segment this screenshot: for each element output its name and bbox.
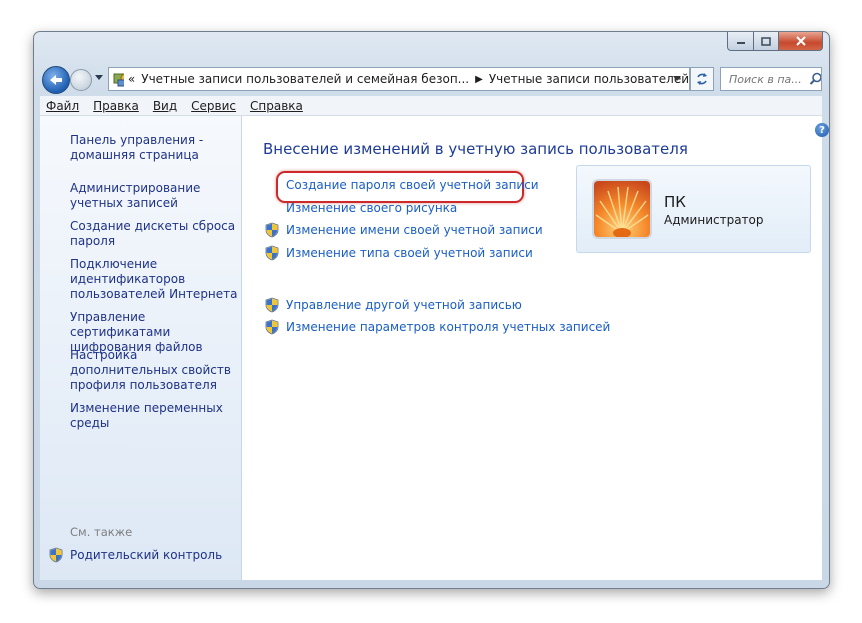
task-label: Изменение типа своей учетной записи	[286, 246, 533, 260]
task-label: Управление другой учетной записью	[286, 298, 522, 312]
menu-bar: Файл Правка Вид Сервис Справка	[40, 96, 822, 116]
caption-buttons	[727, 32, 823, 51]
close-icon	[795, 36, 806, 46]
task-label: Изменение параметров контроля учетных за…	[286, 320, 611, 334]
user-account-panel: ПК Администратор	[576, 165, 811, 253]
search-box[interactable]	[720, 67, 822, 91]
task-label: Изменение своего рисунка	[286, 201, 458, 215]
back-button[interactable]	[42, 66, 70, 94]
see-also-heading: См. также	[70, 525, 133, 539]
sidebar-link-manage-accounts[interactable]: Администрирование учетных записей	[70, 181, 240, 211]
task-label: Создание пароля своей учетной записи	[286, 178, 539, 192]
sidebar-link-environment-variables[interactable]: Изменение переменных среды	[70, 401, 240, 431]
uac-shield-icon	[265, 222, 279, 238]
breadcrumb-item-user-accounts[interactable]: Учетные записи пользователей	[489, 72, 689, 86]
refresh-icon	[697, 73, 707, 85]
task-change-account-type[interactable]: Изменение типа своей учетной записи	[264, 245, 533, 261]
page-title: Внесение изменений в учетную запись поль…	[263, 140, 688, 158]
refresh-button[interactable]	[690, 67, 714, 91]
task-change-picture[interactable]: Изменение своего рисунка	[286, 201, 457, 215]
control-panel-window: « Учетные записи пользователей и семейна…	[33, 31, 830, 589]
recent-pages-dropdown[interactable]	[95, 75, 103, 80]
breadcrumb-separator-icon[interactable]: ▶	[475, 74, 483, 85]
parental-control-label: Родительский контроль	[70, 548, 223, 562]
uac-shield-icon	[49, 547, 63, 563]
uac-shield-icon	[265, 297, 279, 313]
menu-help[interactable]: Справка	[250, 99, 303, 113]
forward-button[interactable]	[70, 69, 92, 91]
sidebar-link-online-ids[interactable]: Подключение идентификаторов пользователе…	[70, 257, 240, 302]
menu-file[interactable]: Файл	[46, 99, 79, 113]
sidebar-link-advanced-profile[interactable]: Настройка дополнительных свойств профиля…	[70, 348, 240, 393]
navigation-bar: « Учетные записи пользователей и семейна…	[40, 66, 823, 94]
control-panel-icon	[113, 73, 124, 87]
minimize-button[interactable]	[727, 32, 754, 51]
uac-shield-icon	[265, 245, 279, 261]
menu-edit[interactable]: Правка	[93, 99, 139, 113]
avatar[interactable]	[592, 179, 652, 239]
sidebar-link-password-reset-disk[interactable]: Создание дискеты сброса пароля	[70, 219, 240, 249]
user-role: Администратор	[664, 213, 764, 227]
uac-shield-icon	[265, 319, 279, 335]
help-icon[interactable]: ?	[815, 123, 829, 137]
sidebar-link-control-panel-home[interactable]: Панель управления - домашняя страница	[70, 133, 240, 163]
parental-control-link[interactable]: Родительский контроль	[48, 547, 222, 563]
main-content: ? Внесение изменений в учетную запись по…	[242, 116, 829, 580]
task-change-uac-settings[interactable]: Изменение параметров контроля учетных за…	[264, 319, 610, 335]
breadcrumb-item-user-accounts-family[interactable]: Учетные записи пользователей и семейная …	[141, 72, 469, 86]
task-label: Изменение имени своей учетной записи	[286, 223, 543, 237]
flower-picture-icon	[594, 181, 650, 237]
maximize-button[interactable]	[754, 32, 779, 51]
address-dropdown-icon[interactable]	[673, 76, 681, 81]
search-input[interactable]	[727, 71, 807, 87]
menu-view[interactable]: Вид	[153, 99, 177, 113]
user-name: ПК	[664, 193, 686, 211]
maximize-icon	[761, 36, 771, 46]
address-bar[interactable]: « Учетные записи пользователей и семейна…	[108, 67, 690, 91]
close-button[interactable]	[779, 32, 823, 51]
sidebar: Панель управления - домашняя страница Ад…	[40, 116, 242, 580]
task-create-password[interactable]: Создание пароля своей учетной записи	[286, 178, 539, 192]
search-icon[interactable]	[809, 72, 821, 86]
task-change-account-name[interactable]: Изменение имени своей учетной записи	[264, 222, 543, 238]
minimize-icon	[736, 42, 745, 44]
breadcrumb-overflow[interactable]: «	[128, 72, 135, 86]
arrow-left-icon	[50, 75, 62, 85]
menu-tools[interactable]: Сервис	[191, 99, 236, 113]
task-manage-another-account[interactable]: Управление другой учетной записью	[264, 297, 522, 313]
